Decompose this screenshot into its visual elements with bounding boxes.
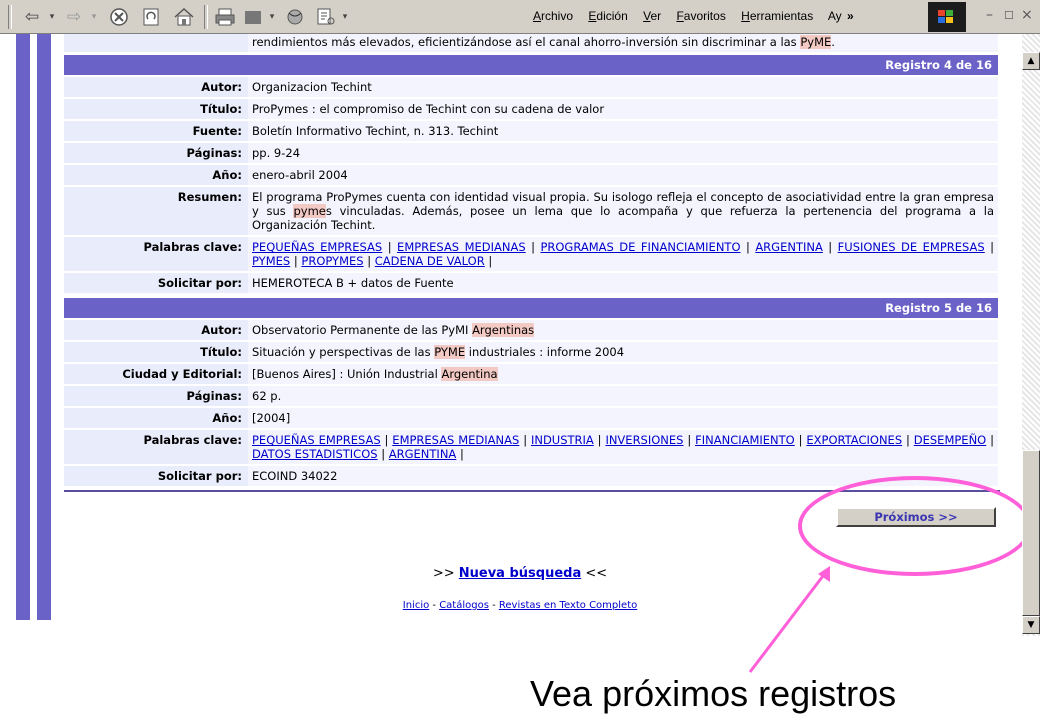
annotation-caption: Vea próximos registros bbox=[530, 673, 897, 714]
annotation-arrow-icon bbox=[748, 566, 830, 673]
